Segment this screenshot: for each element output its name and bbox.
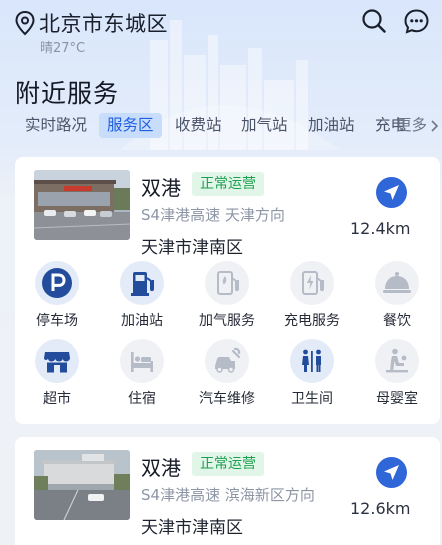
food-cloche-icon <box>383 272 411 293</box>
parking-icon <box>42 268 72 298</box>
weather-text: 晴27°C <box>40 41 86 56</box>
restroom-icon <box>302 349 321 372</box>
road-direction: S4津港高速 滨海新区方向 <box>141 486 315 504</box>
store-icon <box>44 352 70 373</box>
service-label: 餐饮 <box>383 313 411 329</box>
location-selector[interactable]: 北京市东城区 <box>14 8 168 38</box>
charging-icon <box>302 271 324 295</box>
service-store[interactable]: 超市 <box>17 339 97 408</box>
navigate-button[interactable] <box>376 177 407 208</box>
service-area-name: 双港 <box>141 176 181 200</box>
status-badge: 正常运营 <box>192 452 264 476</box>
service-label: 母婴室 <box>376 391 418 407</box>
chevron-right-icon[interactable] <box>430 120 440 132</box>
service-car-repair[interactable]: 汽车维修 <box>187 339 267 408</box>
tab-realtime-traffic[interactable]: 实时路况 <box>25 113 87 138</box>
service-lodging[interactable]: 住宿 <box>102 339 182 408</box>
gas-station-icon <box>217 271 239 295</box>
search-icon[interactable] <box>361 8 387 34</box>
service-label: 加油站 <box>121 313 163 329</box>
tab-toll-station[interactable]: 收费站 <box>175 113 222 138</box>
service-label: 加气服务 <box>199 313 255 329</box>
district-name: 天津市津南区 <box>141 238 243 258</box>
car-repair-icon <box>215 347 241 373</box>
service-label: 停车场 <box>36 313 78 329</box>
service-baby-care[interactable]: 母婴室 <box>357 339 437 408</box>
service-tabs: 实时路况 服务区 收费站 加气站 加油站 充电 更多 <box>0 110 442 140</box>
city-name: 北京市东城区 <box>39 12 168 36</box>
service-label: 住宿 <box>128 391 156 407</box>
tab-service-area[interactable]: 服务区 <box>99 113 162 138</box>
road-direction: S4津港高速 天津方向 <box>141 206 285 224</box>
navigation-arrow-icon <box>384 185 399 200</box>
service-food[interactable]: 餐饮 <box>357 261 437 330</box>
tab-gas-station[interactable]: 加气站 <box>241 113 288 138</box>
service-area-photo <box>34 450 130 520</box>
service-label: 充电服务 <box>284 313 340 329</box>
page-title: 附近服务 <box>15 79 120 108</box>
service-area-name: 双港 <box>141 456 181 480</box>
service-label: 卫生间 <box>291 391 333 407</box>
distance-label: 12.6km <box>350 499 411 518</box>
location-pin-icon <box>15 10 35 36</box>
service-charging[interactable]: 充电服务 <box>272 261 352 330</box>
fuel-pump-icon <box>131 272 154 296</box>
status-badge: 正常运营 <box>192 172 264 196</box>
district-name: 天津市津南区 <box>141 518 243 538</box>
distance-label: 12.4km <box>350 219 411 238</box>
navigation-arrow-icon <box>384 465 399 480</box>
service-parking[interactable]: 停车场 <box>17 261 97 330</box>
bed-icon <box>131 352 153 372</box>
service-restroom[interactable]: 卫生间 <box>272 339 352 408</box>
service-label: 汽车维修 <box>199 391 255 407</box>
service-gas[interactable]: 加气服务 <box>187 261 267 330</box>
tab-fuel-station[interactable]: 加油站 <box>308 113 355 138</box>
message-icon[interactable] <box>403 8 430 35</box>
baby-care-icon <box>386 348 408 373</box>
service-fuel[interactable]: 加油站 <box>102 261 182 330</box>
service-label: 超市 <box>43 391 71 407</box>
service-area-card[interactable]: 双港 正常运营 S4津港高速 滨海新区方向 天津市津南区 12.6km <box>15 437 440 545</box>
service-area-card[interactable]: 双港 正常运营 S4津港高速 天津方向 天津市津南区 12.4km 停车场 加油… <box>15 157 440 424</box>
top-bar: 北京市东城区 晴27°C <box>0 0 442 60</box>
service-area-photo <box>34 170 130 240</box>
tabs-more-button[interactable]: 更多 <box>396 113 427 138</box>
navigate-button[interactable] <box>376 457 407 488</box>
